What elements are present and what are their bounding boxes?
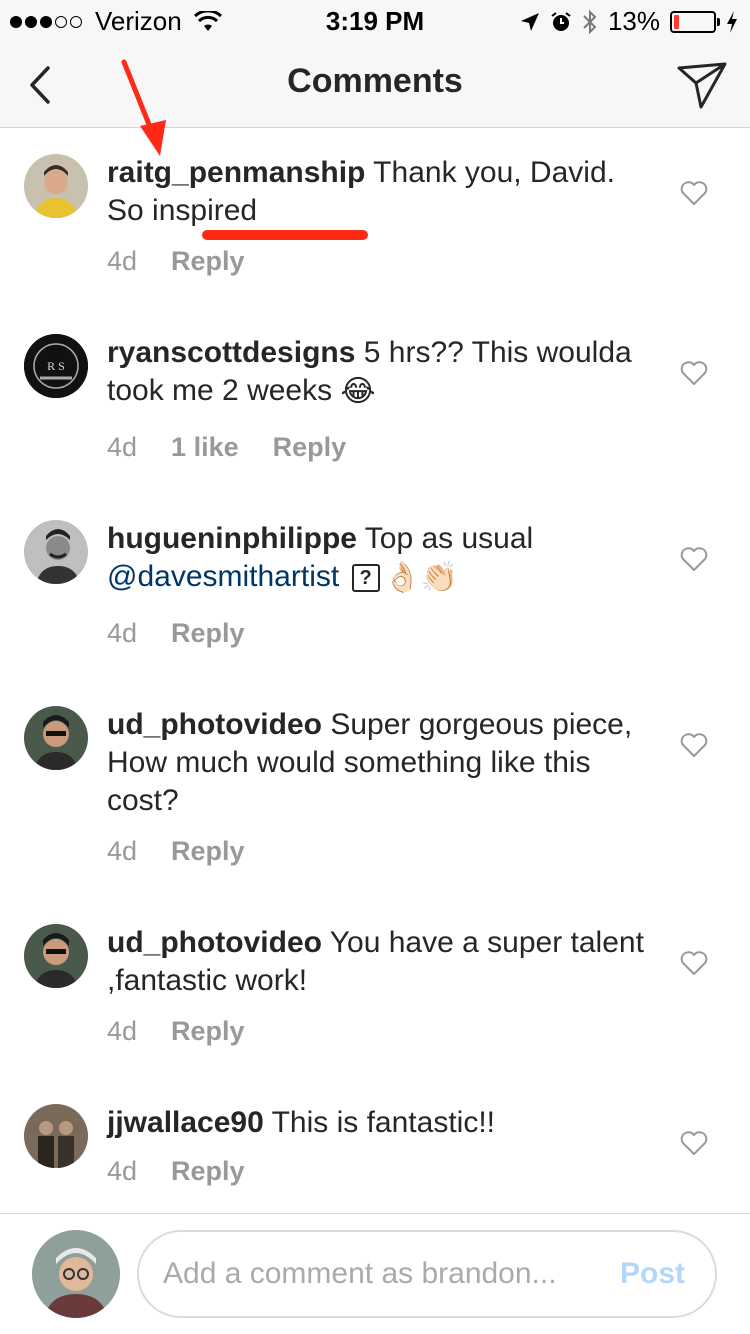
current-user-avatar <box>32 1230 120 1318</box>
comment-username[interactable]: ud_photovideo <box>107 926 322 959</box>
chevron-left-icon[interactable] <box>22 62 62 108</box>
comment-time: 4d <box>107 836 138 866</box>
comment-text: raitg_penmanship Thank you, David. So in… <box>107 154 647 230</box>
comment-message: Top as usual <box>356 522 534 555</box>
comment-time: 4d <box>107 1156 138 1186</box>
comment-text: ud_photovideo You have a super talent ,f… <box>107 924 647 1000</box>
charging-bolt-icon <box>727 10 737 33</box>
avatar[interactable] <box>24 520 88 584</box>
heart-outline-icon[interactable] <box>680 180 708 206</box>
reply-button[interactable]: Reply <box>171 1016 245 1047</box>
comment-meta: 4d Reply <box>107 246 279 277</box>
annotation-arrow-icon <box>121 59 166 156</box>
laughing-emoji-icon: 😂 <box>340 375 376 409</box>
battery-icon <box>670 10 720 33</box>
comment-message: Thank you, David. <box>365 156 615 189</box>
comment-composer: Add a comment as brandon... Post <box>0 1213 750 1334</box>
comment-meta: 4d 1 like Reply <box>107 432 380 463</box>
unknown-glyph-icon: ? <box>351 564 380 593</box>
mention-link[interactable]: @davesmithartist <box>107 560 339 593</box>
avatar[interactable] <box>24 706 88 770</box>
comment-username[interactable]: raitg_penmanship <box>107 156 365 189</box>
reply-button[interactable]: Reply <box>171 246 245 277</box>
heart-outline-icon[interactable] <box>680 360 708 386</box>
heart-outline-icon[interactable] <box>680 732 708 758</box>
comment-text: hugueninphilippe Top as usual @davesmith… <box>107 520 647 597</box>
heart-outline-icon[interactable] <box>680 546 708 572</box>
annotation-underline <box>202 230 368 240</box>
comment-username[interactable]: ud_photovideo <box>107 708 322 741</box>
comment-text: jjwallace90 This is fantastic!! <box>107 1104 647 1142</box>
avatar[interactable] <box>24 1104 88 1168</box>
likes-count-link[interactable]: 1 like <box>171 432 239 463</box>
signal-strength-icon <box>10 15 85 28</box>
svg-text:R S: R S <box>47 359 65 373</box>
reply-button[interactable]: Reply <box>171 618 245 649</box>
comment-username[interactable]: ryanscottdesigns <box>107 336 355 369</box>
comment-highlighted-text: So inspired <box>107 194 258 227</box>
avatar[interactable] <box>24 154 88 218</box>
comment-input[interactable]: Add a comment as brandon... Post <box>137 1230 717 1318</box>
status-right: 13% <box>510 6 738 37</box>
comment-meta: 4d Reply <box>107 1156 279 1187</box>
reply-button[interactable]: Reply <box>171 836 245 867</box>
comment-message: This is fantastic!! <box>263 1106 495 1139</box>
heart-outline-icon[interactable] <box>680 950 708 976</box>
comment-text: ryanscottdesigns 5 hrs?? This woulda too… <box>107 334 647 411</box>
avatar[interactable]: R S <box>24 334 88 398</box>
avatar[interactable] <box>24 924 88 988</box>
navigation-bar: Comments <box>0 40 750 128</box>
status-left: Verizon <box>10 6 222 37</box>
page-title: Comments <box>287 62 463 100</box>
comment-time: 4d <box>107 432 138 462</box>
comment-time: 4d <box>107 246 138 276</box>
location-arrow-icon <box>520 12 539 31</box>
comment-time: 4d <box>107 1016 138 1046</box>
comment-time: 4d <box>107 618 138 648</box>
comment-input-placeholder: Add a comment as brandon... <box>163 1257 557 1290</box>
comment-username[interactable]: jjwallace90 <box>107 1106 264 1139</box>
carrier-name: Verizon <box>95 6 182 36</box>
comment-username[interactable]: hugueninphilippe <box>107 522 357 555</box>
reply-button[interactable]: Reply <box>273 432 347 463</box>
comments-screen: Verizon 3:19 PM 13% Comments raitg_penma… <box>0 0 750 1334</box>
bluetooth-icon <box>583 9 597 34</box>
comment-meta: 4d Reply <box>107 836 279 867</box>
heart-outline-icon[interactable] <box>680 1130 708 1156</box>
comment-meta: 4d Reply <box>107 618 279 649</box>
paper-plane-icon[interactable] <box>676 60 728 110</box>
comment-text: ud_photovideo Super gorgeous piece, How … <box>107 706 647 820</box>
battery-level <box>674 14 679 29</box>
reply-button[interactable]: Reply <box>171 1156 245 1187</box>
status-bar: Verizon 3:19 PM 13% <box>0 0 750 40</box>
wifi-icon <box>193 10 222 31</box>
post-button[interactable]: Post <box>620 1257 685 1291</box>
comment-meta: 4d Reply <box>107 1016 279 1047</box>
alarm-icon <box>551 11 571 31</box>
battery-percent: 13% <box>607 6 660 36</box>
ok-hand-clapping-emoji-icon: 👌🏻👏🏻 <box>383 561 459 595</box>
